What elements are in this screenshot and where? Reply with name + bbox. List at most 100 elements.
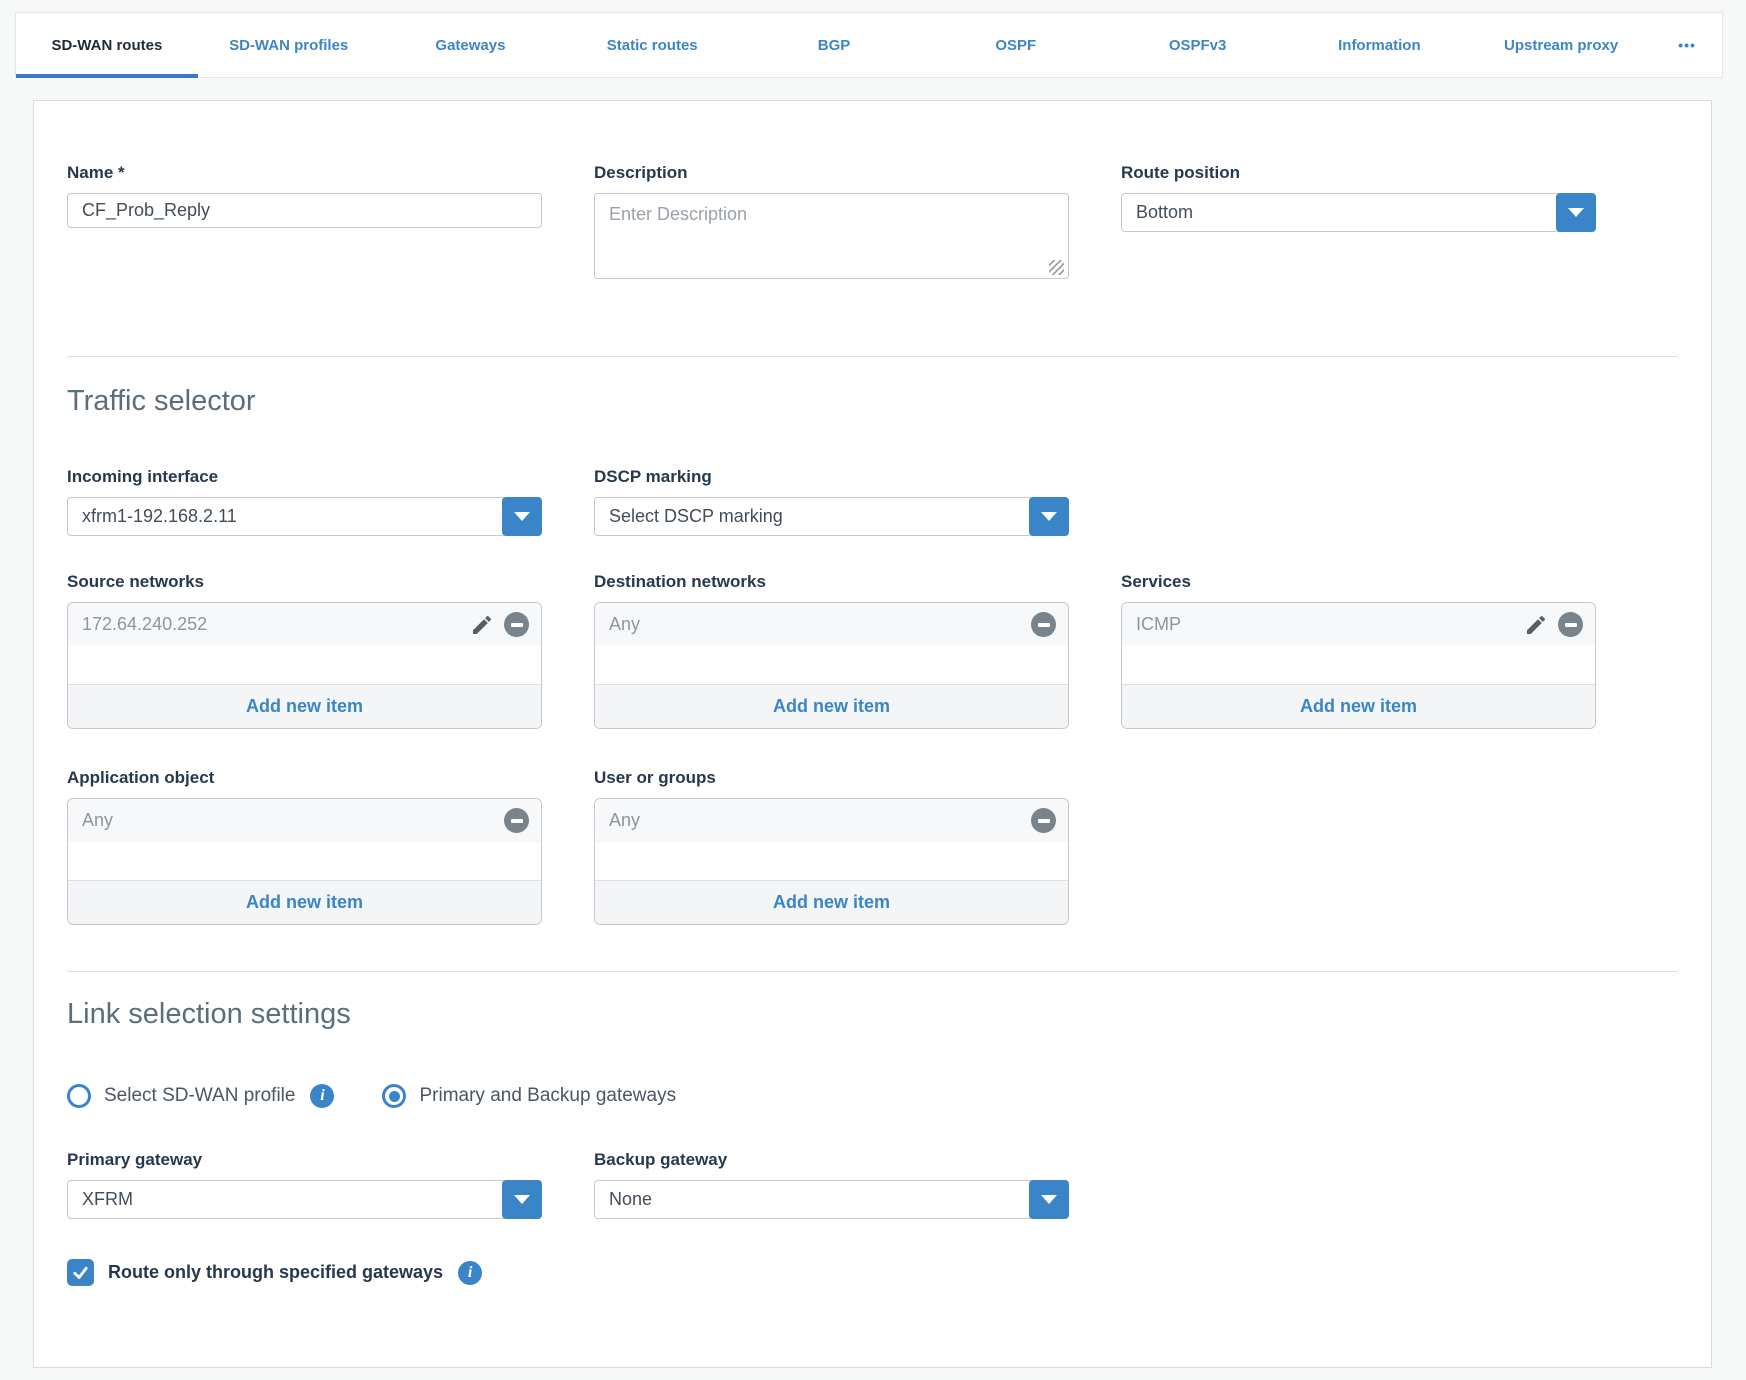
backup-gateway-value: None xyxy=(594,1180,1033,1219)
incoming-interface-dropdown-button[interactable] xyxy=(502,497,542,536)
tab-sdwan-routes[interactable]: SD-WAN routes xyxy=(16,13,198,77)
list-empty-space xyxy=(68,842,541,880)
tab-sdwan-profiles[interactable]: SD-WAN profiles xyxy=(198,13,380,77)
application-users-row: Application object Any Add new item User… xyxy=(67,768,1678,925)
basic-info-row: Name * Description Route position Bottom xyxy=(67,163,1678,284)
application-object-field-group: Application object Any Add new item xyxy=(67,768,542,925)
primary-gateway-dropdown-button[interactable] xyxy=(502,1180,542,1219)
add-new-item-button[interactable]: Add new item xyxy=(1122,684,1595,728)
remove-item-icon[interactable] xyxy=(1558,612,1583,637)
list-item: ICMP xyxy=(1122,603,1595,646)
chevron-down-icon xyxy=(1568,208,1584,217)
section-divider xyxy=(67,356,1678,357)
tab-ospf[interactable]: OSPF xyxy=(925,13,1107,77)
info-icon[interactable]: i xyxy=(310,1084,334,1108)
chevron-down-icon xyxy=(1041,512,1057,521)
user-or-groups-field-group: User or groups Any Add new item xyxy=(594,768,1069,925)
info-icon[interactable]: i xyxy=(458,1261,482,1285)
backup-gateway-select[interactable]: None xyxy=(594,1180,1069,1219)
checkbox-checked-icon[interactable] xyxy=(67,1259,94,1286)
route-position-select[interactable]: Bottom xyxy=(1121,193,1596,232)
list-item: Any xyxy=(595,799,1068,842)
description-textarea-wrap xyxy=(594,193,1069,284)
name-field-group: Name * xyxy=(67,163,542,284)
route-position-label: Route position xyxy=(1121,163,1596,183)
application-object-list: Any Add new item xyxy=(67,798,542,925)
incoming-interface-value: xfrm1-192.168.2.11 xyxy=(67,497,506,536)
route-position-value: Bottom xyxy=(1121,193,1560,232)
sdwan-route-form-card: Name * Description Route position Bottom… xyxy=(33,100,1712,1368)
route-only-checkbox-label: Route only through specified gateways xyxy=(108,1262,443,1283)
primary-gateway-label: Primary gateway xyxy=(67,1150,542,1170)
destination-networks-field-group: Destination networks Any Add new item xyxy=(594,572,1069,729)
application-object-label: Application object xyxy=(67,768,542,788)
add-new-item-button[interactable]: Add new item xyxy=(595,684,1068,728)
edit-icon[interactable] xyxy=(1524,613,1548,637)
radio-selected-icon[interactable] xyxy=(382,1084,406,1108)
services-field-group: Services ICMP Add new item xyxy=(1121,572,1596,729)
route-position-field-group: Route position Bottom xyxy=(1121,163,1596,284)
tab-information[interactable]: Information xyxy=(1288,13,1470,77)
add-new-item-button[interactable]: Add new item xyxy=(68,684,541,728)
add-new-item-button[interactable]: Add new item xyxy=(595,880,1068,924)
services-list: ICMP Add new item xyxy=(1121,602,1596,729)
source-networks-list: 172.64.240.252 Add new item xyxy=(67,602,542,729)
dscp-marking-label: DSCP marking xyxy=(594,467,1069,487)
list-item-text: 172.64.240.252 xyxy=(82,614,207,635)
chevron-down-icon xyxy=(1041,1195,1057,1204)
link-selection-heading: Link selection settings xyxy=(67,996,1678,1032)
name-input[interactable] xyxy=(67,193,542,228)
user-or-groups-label: User or groups xyxy=(594,768,1069,788)
list-item-text: Any xyxy=(609,614,640,635)
tab-overflow-menu-icon[interactable]: ••• xyxy=(1652,13,1722,77)
name-label: Name * xyxy=(67,163,542,183)
description-label: Description xyxy=(594,163,1069,183)
radio-label: Primary and Backup gateways xyxy=(419,1085,676,1107)
incoming-interface-field-group: Incoming interface xfrm1-192.168.2.11 xyxy=(67,467,542,536)
section-divider xyxy=(67,971,1678,972)
list-empty-space xyxy=(1122,646,1595,684)
radio-unselected-icon[interactable] xyxy=(67,1084,91,1108)
remove-item-icon[interactable] xyxy=(504,808,529,833)
list-item-text: Any xyxy=(82,810,113,831)
destination-networks-list: Any Add new item xyxy=(594,602,1069,729)
tab-bgp[interactable]: BGP xyxy=(743,13,925,77)
route-only-checkbox-row: Route only through specified gateways i xyxy=(67,1259,1678,1286)
remove-item-icon[interactable] xyxy=(1031,612,1056,637)
edit-icon[interactable] xyxy=(470,613,494,637)
destination-networks-label: Destination networks xyxy=(594,572,1069,592)
list-item: Any xyxy=(68,799,541,842)
dscp-marking-field-group: DSCP marking Select DSCP marking xyxy=(594,467,1069,536)
description-textarea[interactable] xyxy=(594,193,1069,279)
backup-gateway-field-group: Backup gateway None xyxy=(594,1150,1069,1219)
chevron-down-icon xyxy=(514,1195,530,1204)
gateways-row: Primary gateway XFRM Backup gateway None xyxy=(67,1150,1678,1219)
list-item: 172.64.240.252 xyxy=(68,603,541,646)
primary-gateway-select[interactable]: XFRM xyxy=(67,1180,542,1219)
incoming-interface-label: Incoming interface xyxy=(67,467,542,487)
list-item-text: Any xyxy=(609,810,640,831)
route-position-dropdown-button[interactable] xyxy=(1556,193,1596,232)
list-empty-space xyxy=(68,646,541,684)
remove-item-icon[interactable] xyxy=(1031,808,1056,833)
tab-upstream-proxy[interactable]: Upstream proxy xyxy=(1470,13,1652,77)
dscp-marking-value: Select DSCP marking xyxy=(594,497,1033,536)
radio-label: Select SD-WAN profile xyxy=(104,1085,295,1107)
primary-gateway-value: XFRM xyxy=(67,1180,506,1219)
description-field-group: Description xyxy=(594,163,1069,284)
add-new-item-button[interactable]: Add new item xyxy=(68,880,541,924)
radio-select-sdwan-profile[interactable]: Select SD-WAN profile i xyxy=(67,1084,334,1108)
dscp-marking-dropdown-button[interactable] xyxy=(1029,497,1069,536)
remove-item-icon[interactable] xyxy=(504,612,529,637)
interface-dscp-row: Incoming interface xfrm1-192.168.2.11 DS… xyxy=(67,467,1678,536)
incoming-interface-select[interactable]: xfrm1-192.168.2.11 xyxy=(67,497,542,536)
tab-static-routes[interactable]: Static routes xyxy=(561,13,743,77)
radio-primary-backup-gateways[interactable]: Primary and Backup gateways xyxy=(382,1084,676,1108)
user-or-groups-list: Any Add new item xyxy=(594,798,1069,925)
backup-gateway-label: Backup gateway xyxy=(594,1150,1069,1170)
dscp-marking-select[interactable]: Select DSCP marking xyxy=(594,497,1069,536)
services-label: Services xyxy=(1121,572,1596,592)
tab-ospfv3[interactable]: OSPFv3 xyxy=(1107,13,1289,77)
backup-gateway-dropdown-button[interactable] xyxy=(1029,1180,1069,1219)
tab-gateways[interactable]: Gateways xyxy=(380,13,562,77)
